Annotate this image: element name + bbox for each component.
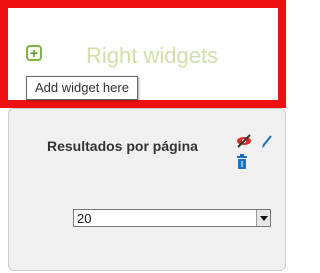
selected-value: 20 [77,211,92,226]
edit-icon[interactable] [260,133,274,154]
chevron-down-icon [260,216,268,221]
results-per-page-select[interactable]: 20 [73,209,271,227]
widget-panel: Resultados por página 20 [8,108,286,271]
delete-icon[interactable] [236,154,248,175]
plus-icon[interactable]: + [26,45,42,61]
widgets-header: + Right widgets [18,25,268,77]
select-button[interactable] [256,210,270,226]
results-per-page-widget: Resultados por página 20 [21,123,287,233]
section-title: Right widgets [86,43,219,68]
hide-icon[interactable] [236,133,252,154]
widget-actions [236,133,287,169]
add-widget-tooltip: Add widget here [26,76,138,100]
widget-title: Resultados por página [47,138,198,154]
